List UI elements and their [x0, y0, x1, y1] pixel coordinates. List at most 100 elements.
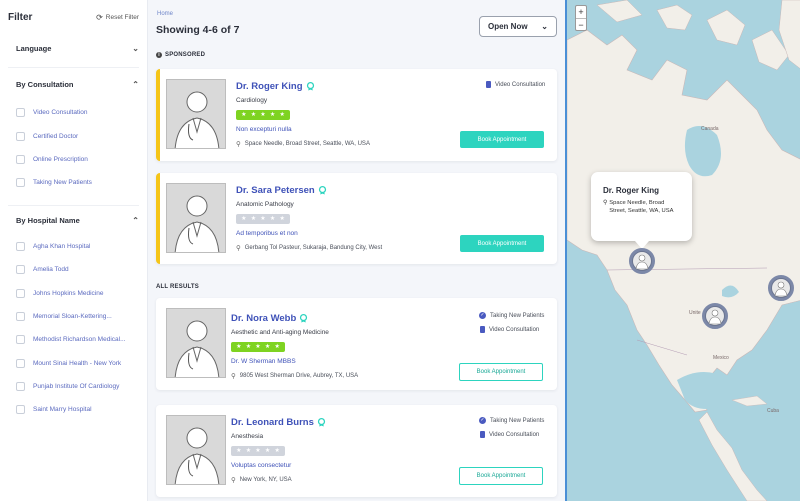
checkbox[interactable] [16, 358, 25, 368]
consultation-section-toggle[interactable]: By Consultation ⌃ [0, 68, 147, 101]
popup-doctor-name[interactable]: Dr. Roger King [603, 186, 680, 195]
doctor-avatar[interactable] [166, 308, 226, 378]
doctor-address: ⚲ Gerbang Tol Pasteur, Sukaraja, Bandung … [236, 244, 382, 252]
star-icon: ★ [260, 112, 266, 118]
filter-option-hospital[interactable]: Methodist Richardson Medical... [0, 328, 147, 351]
checkbox[interactable] [16, 178, 25, 188]
breadcrumb-home[interactable]: Home [157, 11, 173, 17]
star-icon: ★ [255, 344, 261, 350]
refresh-icon: ⟳ [96, 13, 103, 22]
map-marker[interactable] [702, 303, 728, 329]
chevron-down-icon: ⌄ [541, 22, 548, 31]
doctor-avatar[interactable] [166, 415, 226, 485]
checkbox[interactable] [16, 311, 25, 321]
star-icon: ★ [241, 112, 247, 118]
doctor-name-link[interactable]: Dr. Sara Petersen [236, 185, 327, 196]
doctor-avatar[interactable] [166, 183, 226, 253]
verified-badge-icon [318, 186, 326, 195]
star-icon: ★ [269, 216, 276, 222]
option-label: Certified Doctor [33, 132, 79, 140]
option-label: Video Consultation [33, 109, 88, 117]
star-icon: ★ [269, 112, 276, 118]
tag-video-consultation: Video Consultation [480, 431, 539, 438]
book-appointment-button[interactable]: Book Appointment [459, 363, 543, 381]
filter-option-hospital[interactable]: Mount Sinai Health - New York [0, 352, 147, 375]
book-appointment-button[interactable]: Book Appointment [460, 235, 544, 252]
zoom-out-button[interactable]: − [576, 18, 586, 30]
filter-option-hospital[interactable]: Punjab Institute Of Cardiology [0, 375, 147, 398]
doctor-name[interactable]: Dr. Roger King [236, 81, 303, 92]
filter-option-hospital[interactable]: Saint Marry Hospital [0, 398, 147, 421]
doctor-address: ⚲ New York, NY, USA [231, 476, 292, 484]
doctor-name-link[interactable]: Dr. Roger King [236, 81, 315, 92]
map-label-cuba: Cuba [767, 408, 779, 414]
zoom-in-button[interactable]: + [576, 6, 586, 18]
map-marker[interactable] [629, 248, 655, 274]
doctor-silhouette-icon [167, 184, 225, 252]
location-pin-icon: ⚲ [231, 477, 236, 484]
sort-select[interactable]: Open Now ⌄ [479, 16, 557, 37]
verified-badge-icon [300, 314, 308, 323]
checkbox[interactable] [16, 288, 25, 298]
book-appointment-button[interactable]: Book Appointment [459, 467, 543, 485]
filter-option-hospital[interactable]: Memorial Sloan-Kettering... [0, 305, 147, 328]
filter-option-certified-doctor[interactable]: Certified Doctor [0, 124, 147, 147]
location-pin-icon: ⚲ [603, 200, 608, 206]
doctor-name[interactable]: Dr. Leonard Burns [231, 417, 314, 428]
breadcrumb[interactable]: Home [157, 11, 173, 17]
doctor-name-link[interactable]: Dr. Nora Webb [231, 313, 308, 324]
doctor-silhouette-icon [706, 307, 724, 325]
doctor-avatar[interactable] [166, 79, 226, 149]
filter-option-hospital[interactable]: Agha Khan Hospital [0, 235, 147, 258]
map-tiles[interactable] [567, 0, 800, 501]
all-results-section-label: ALL RESULTS [156, 284, 199, 290]
star-icon: ★ [274, 448, 280, 454]
verified-badge-icon [317, 418, 325, 427]
map-popup[interactable]: Dr. Roger King ⚲ Space Needle, Broad Stre… [591, 172, 692, 249]
option-label: Punjab Institute Of Cardiology [33, 383, 120, 391]
filter-option-online-prescription[interactable]: Online Prescription [0, 148, 147, 171]
doctor-specialty: Aesthetic and Anti-aging Medicine [231, 329, 329, 336]
hospital-section-toggle[interactable]: By Hospital Name ⌃ [0, 206, 147, 235]
checkbox[interactable] [16, 154, 25, 164]
checkbox[interactable] [16, 131, 25, 141]
popup-address: ⚲ Space Needle, Broad Street, Seattle, WA… [603, 200, 680, 215]
filter-option-taking-new-patients[interactable]: Taking New Patients [0, 171, 147, 194]
checkbox[interactable] [16, 265, 25, 275]
checkbox[interactable] [16, 405, 25, 415]
tag-video-consultation: Video Consultation [486, 81, 545, 88]
book-appointment-button[interactable]: Book Appointment [460, 131, 544, 148]
filter-header: Filter ⟳ Reset Filter [0, 0, 147, 26]
checkbox[interactable] [16, 108, 25, 118]
checkbox[interactable] [16, 382, 25, 392]
language-section-label: Language [16, 43, 52, 53]
chevron-down-icon: ⌄ [132, 43, 139, 53]
doctor-silhouette-icon [167, 309, 225, 377]
doctor-subtitle: Ad temporibus et non [236, 230, 298, 237]
checkbox[interactable] [16, 335, 25, 345]
tag-label: Video Consultation [489, 431, 540, 438]
map-marker[interactable] [768, 275, 794, 301]
tag-label: Video Consultation [489, 326, 540, 333]
doctor-card: Dr. Nora Webb Aesthetic and Anti-aging M… [156, 298, 557, 390]
filter-option-video-consultation[interactable]: Video Consultation [0, 101, 147, 124]
map-panel[interactable]: Canada Unite Mexico Cuba + − Dr. Roger K… [565, 0, 800, 501]
filter-option-hospital[interactable]: Johns Hopkins Medicine [0, 281, 147, 304]
reset-filter-button[interactable]: ⟳ Reset Filter [96, 13, 139, 22]
doctor-name[interactable]: Dr. Nora Webb [231, 313, 296, 324]
doctor-silhouette-icon [633, 252, 651, 270]
tag-video-consultation: Video Consultation [480, 326, 539, 333]
sponsored-label-text: SPONSORED [165, 52, 206, 58]
doctor-name-link[interactable]: Dr. Leonard Burns [231, 417, 326, 428]
language-section-toggle[interactable]: Language ⌄ [0, 40, 147, 56]
check-circle-icon: ✓ [479, 312, 486, 319]
location-pin-icon: ⚲ [231, 373, 236, 380]
doctor-subtitle: Non excepturi nulla [236, 126, 292, 133]
video-icon [486, 81, 491, 88]
filter-option-hospital[interactable]: Amelia Todd [0, 258, 147, 281]
checkbox[interactable] [16, 241, 25, 251]
doctor-name[interactable]: Dr. Sara Petersen [236, 185, 315, 196]
option-label: Johns Hopkins Medicine [33, 289, 104, 297]
video-icon [480, 431, 485, 438]
star-icon: ★ [264, 344, 271, 350]
